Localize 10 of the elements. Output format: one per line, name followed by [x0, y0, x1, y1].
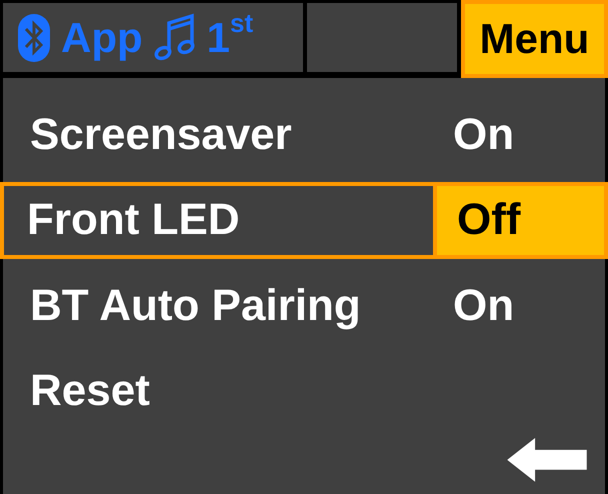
menu-item[interactable]: Front LED Off	[0, 182, 608, 260]
menu-item[interactable]: Screensaver On	[3, 96, 605, 174]
bluetooth-icon	[17, 12, 51, 62]
music-note-icon	[152, 12, 197, 62]
app-label: App	[61, 14, 143, 62]
menu-item[interactable]: Reset	[3, 352, 605, 430]
menu-item[interactable]: BT Auto Pairing On	[3, 267, 605, 345]
menu-button[interactable]: Menu	[461, 0, 608, 78]
back-arrow-icon[interactable]	[507, 438, 587, 482]
track-number: 1$^{st}$	[206, 14, 254, 62]
